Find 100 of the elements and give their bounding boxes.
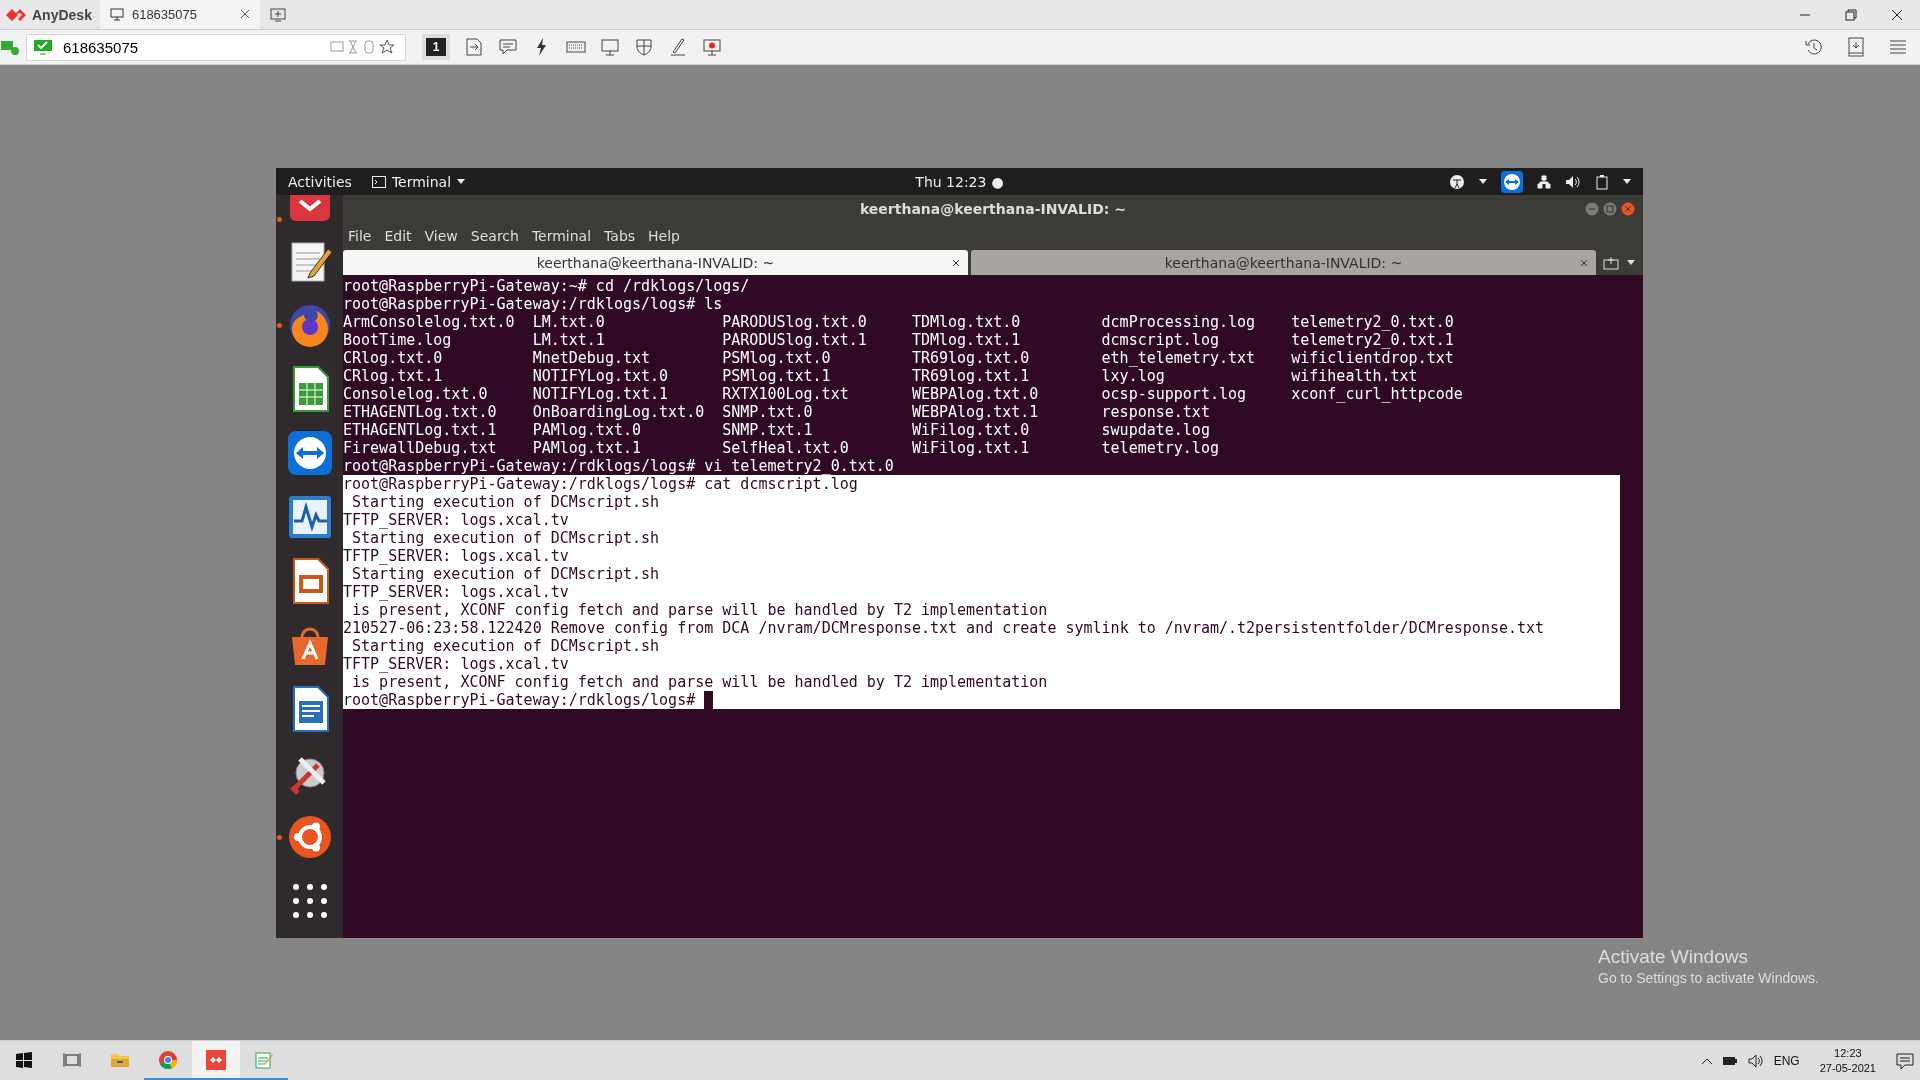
volume-icon[interactable]	[1747, 1053, 1764, 1068]
file-name: MnetDebug.txt	[532, 349, 652, 367]
volume-icon[interactable]	[1565, 174, 1581, 189]
terminal-line: root@RaspberryPi-Gateway:/rdklogs/logs# vi telemetry2_0.txt.0	[343, 457, 894, 475]
double-arrow-icon[interactable]	[1501, 170, 1523, 193]
diamond-logo-icon	[206, 1049, 226, 1070]
file-name: PAMlog.txt.0	[532, 421, 642, 439]
terminal-tab[interactable]: keerthana@keerthana-INVALID: ~	[971, 250, 1596, 275]
accessibility-icon[interactable]	[1449, 173, 1465, 190]
file-transfer-icon[interactable]	[464, 37, 484, 57]
activation-title: Activate Windows	[1598, 946, 1749, 968]
caret-icon[interactable]	[1701, 1057, 1712, 1064]
menu-item[interactable]: Edit	[384, 228, 412, 244]
file-name: ETHAGENTLog.txt.1	[343, 421, 498, 439]
battery-icon[interactable]	[1721, 1054, 1738, 1067]
file-name: LM.txt.0	[532, 313, 606, 331]
file-name: SelfHeal.txt.0	[722, 439, 850, 457]
taskbar-button[interactable]	[192, 1041, 240, 1080]
file-name: telemetry2_0.txt.0	[1291, 313, 1455, 331]
caret-icon[interactable]	[1627, 260, 1635, 265]
battery-icon[interactable]	[1595, 173, 1609, 190]
caret-icon	[1479, 179, 1487, 184]
file-name: TR69log.txt.1	[911, 367, 1031, 385]
menu-item[interactable]: File	[348, 228, 372, 244]
session-tab[interactable]: 618635075	[99, 0, 260, 29]
caret-icon	[457, 179, 466, 184]
monitor-icon	[109, 8, 124, 21]
activation-message: Go to Settings to activate Windows.	[1598, 970, 1819, 986]
close-tab-icon[interactable]	[1580, 258, 1588, 267]
file-name: ocsp-support.log	[1101, 385, 1248, 403]
clock[interactable]: 12:23 27-05-2021	[1819, 1045, 1876, 1076]
file-name: response.txt	[1101, 403, 1211, 421]
address-field[interactable]: 618635075	[26, 33, 406, 61]
file-name: WiFilog.txt.0	[911, 421, 1031, 439]
file-name: TR69log.txt.0	[911, 349, 1031, 367]
file-name: CRlog.txt.0	[343, 349, 444, 367]
address-book-icon[interactable]	[1846, 37, 1866, 57]
monitor-lock-icon	[0, 39, 20, 55]
file-name: dcmProcessing.log	[1101, 313, 1257, 331]
file-name: xconf_curl_httpcode	[1291, 385, 1464, 403]
display-selector[interactable]: 1	[422, 34, 450, 60]
minimize-icon[interactable]	[1585, 201, 1599, 216]
file-name: dcmscript.log	[1101, 331, 1220, 349]
menu-item[interactable]: Search	[470, 228, 519, 244]
file-name: RXTX100Log.txt	[722, 385, 850, 403]
window-title: keerthana@keerthana-INVALID: ~	[859, 200, 1127, 217]
notification-icon[interactable]	[1896, 1051, 1914, 1070]
close-tab-icon[interactable]	[239, 9, 250, 19]
clock[interactable]: Thu 12:23	[915, 173, 987, 190]
restore-icon[interactable]	[1845, 8, 1857, 21]
menu-item[interactable]: Tabs	[604, 228, 636, 244]
file-name: TDMlog.txt.1	[911, 331, 1022, 349]
file-name: lxy.log	[1101, 367, 1166, 385]
terminal-line: root@RaspberryPi-Gateway:~# cd /rdklogs/logs/	[343, 277, 750, 295]
file-name: PSMlog.txt.1	[722, 367, 832, 385]
file-name: LM.txt.1	[532, 331, 606, 349]
file-name: ArmConsolelog.txt.0	[343, 313, 516, 331]
windows-start-icon[interactable]	[16, 1051, 32, 1068]
file-name: SNMP.txt.1	[722, 421, 814, 439]
chat-icon[interactable]	[498, 37, 518, 57]
file-name: Consolelog.txt.0	[343, 385, 489, 403]
close-tab-icon[interactable]	[952, 258, 960, 267]
file-name: PARODUSlog.txt.0	[722, 313, 868, 331]
app-menu[interactable]: Terminal	[371, 173, 466, 190]
file-name: WEBPAlog.txt.1	[911, 403, 1040, 421]
file-name: telemetry.log	[1101, 439, 1220, 457]
terminal-tab[interactable]: keerthana@keerthana-INVALID: ~	[343, 250, 968, 275]
file-name: NOTIFYLog.txt.0	[532, 367, 670, 385]
new-tab-icon[interactable]	[269, 7, 286, 22]
file-name: WEBPAlog.txt.0	[911, 385, 1040, 403]
file-name: eth_telemetry.txt	[1101, 349, 1257, 367]
close-icon[interactable]	[1891, 8, 1903, 21]
network-icon[interactable]	[1537, 174, 1551, 189]
terminal-icon	[371, 175, 386, 188]
file-name: wificlientdrop.txt	[1291, 349, 1455, 367]
file-name: CRlog.txt.1	[343, 367, 444, 385]
file-name: TDMlog.txt.0	[911, 313, 1022, 331]
file-name: PARODUSlog.txt.1	[722, 331, 868, 349]
file-name: ETHAGENTLog.txt.0	[343, 403, 498, 421]
file-name: PSMlog.txt.0	[722, 349, 832, 367]
file-name: BootTime.log	[343, 331, 453, 349]
record-icon[interactable]	[702, 37, 722, 57]
menu-item[interactable]: View	[424, 228, 458, 244]
activities-button[interactable]: Activities	[288, 173, 352, 190]
file-name: swupdate.log	[1101, 421, 1211, 439]
pen-icon[interactable]	[668, 37, 688, 57]
maximize-icon[interactable]	[1603, 201, 1617, 216]
notification-dot: ●	[991, 173, 1004, 190]
menu-item[interactable]: Help	[648, 228, 680, 244]
file-name: OnBoardingLog.txt.0	[532, 403, 706, 421]
history-icon[interactable]	[1804, 37, 1824, 57]
shield-icon[interactable]	[634, 37, 654, 57]
terminal-line: root@RaspberryPi-Gateway:/rdklogs/logs# ls	[343, 295, 723, 313]
notepad-pencil-icon	[254, 1049, 274, 1070]
language-indicator[interactable]: ENG	[1773, 1053, 1800, 1068]
app-name: AnyDesk	[32, 6, 92, 23]
new-tab-icon[interactable]	[1603, 255, 1619, 270]
file-name: FirewallDebug.txt	[343, 439, 498, 457]
file-name: wifihealth.txt	[1291, 367, 1419, 385]
menu-item[interactable]: Terminal	[531, 228, 592, 244]
